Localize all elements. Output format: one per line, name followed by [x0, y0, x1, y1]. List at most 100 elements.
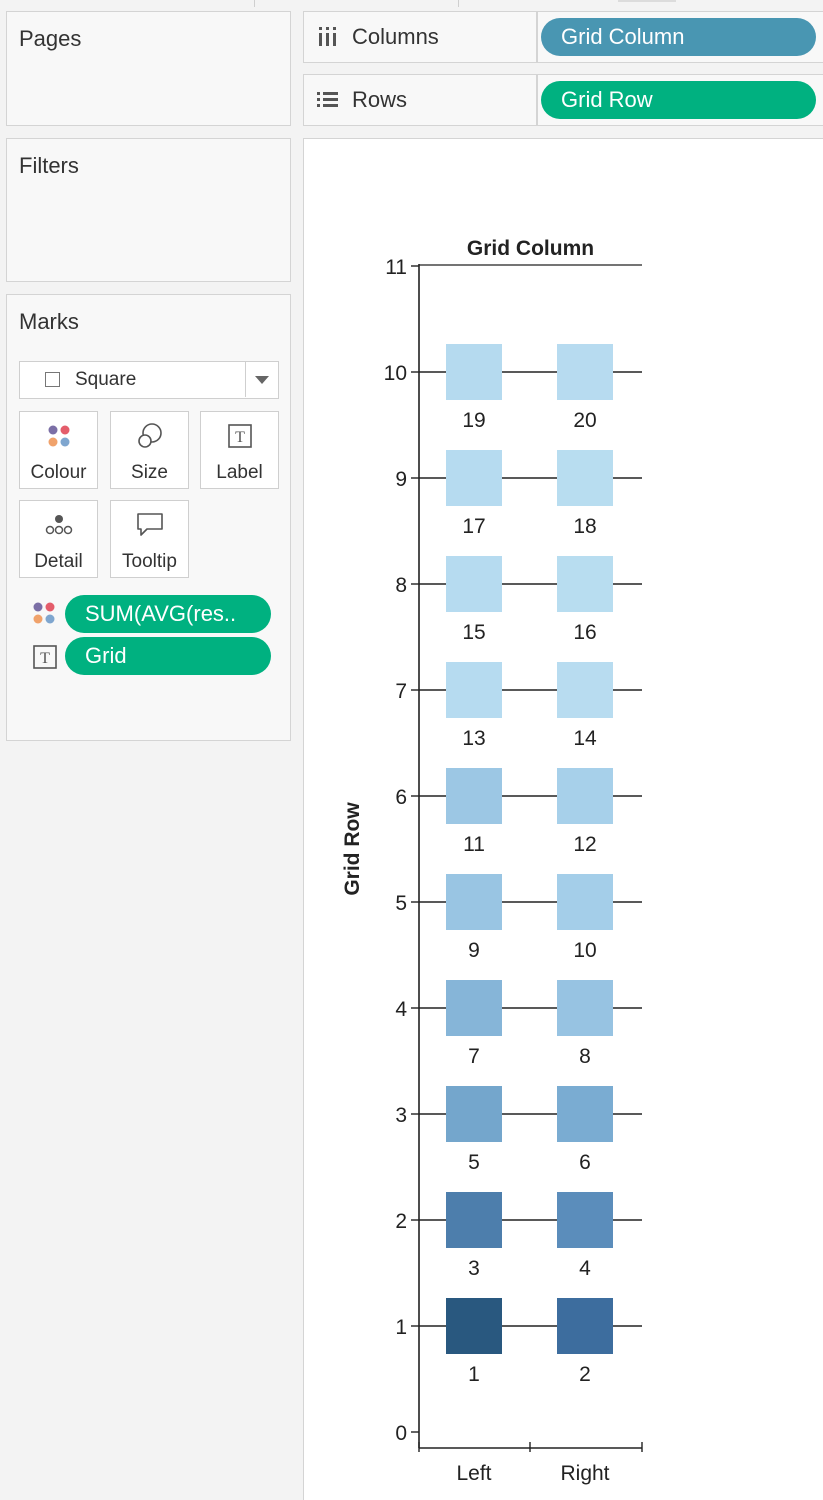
- mark-label: 5: [468, 1151, 480, 1174]
- y-tick-label: 11: [385, 256, 407, 279]
- svg-text:T: T: [235, 429, 245, 446]
- mark-label: 2: [579, 1363, 591, 1386]
- y-tick-label: 0: [395, 1422, 407, 1445]
- y-tick-label: 4: [395, 998, 407, 1021]
- top-toolbar-strip: [0, 0, 823, 7]
- grid-square-mark: [557, 768, 613, 824]
- grid-column-pill[interactable]: Grid Column: [541, 18, 816, 56]
- dropdown-divider: [245, 362, 246, 397]
- grid-square-mark: [557, 556, 613, 612]
- size-label: Size: [131, 462, 168, 483]
- viz-canvas[interactable]: 1 2 3 4 5 6 7 8 9 10 11 12 13 14 15 16 17 18 19 20 01234567…: [303, 138, 823, 1500]
- toolbar-divider: [458, 0, 459, 7]
- grid-square-mark: [557, 1192, 613, 1248]
- tooltip-label: Tooltip: [122, 551, 177, 572]
- y-tick-label: 1: [395, 1316, 407, 1339]
- size-button[interactable]: Size: [110, 411, 189, 489]
- colour-encoding-icon: [31, 600, 57, 626]
- colour-label: Colour: [30, 462, 87, 483]
- toolbar-tab-edge: [618, 0, 676, 2]
- grid-square-mark: [557, 450, 613, 506]
- y-tick-label: 7: [395, 680, 407, 703]
- rows-shelf[interactable]: Rows Grid Row: [303, 74, 823, 126]
- toolbar-divider: [254, 0, 255, 7]
- mark-type-dropdown[interactable]: Square: [19, 361, 279, 399]
- columns-label: Columns: [352, 24, 439, 49]
- grid-square-mark: [446, 450, 502, 506]
- y-tick-label: 10: [384, 362, 407, 385]
- shelf-divider: [536, 75, 538, 125]
- mark-label: 9: [468, 939, 480, 962]
- mark-label: 8: [579, 1045, 591, 1068]
- marks-layer: 1 23 45 67 89 1011 1213 1415 1617 1819 20: [446, 344, 613, 1386]
- marks-card: Marks Square Colour Size T Label Detail …: [6, 294, 291, 741]
- text-label-icon: T: [201, 422, 278, 450]
- grid-square-mark: [557, 344, 613, 400]
- grid-chart[interactable]: 1 23 45 67 89 1011 1213 1415 1617 1819 20 01234567…: [304, 139, 823, 1500]
- grid-square-mark: [446, 344, 502, 400]
- mark-label: 18: [573, 515, 596, 538]
- pages-card[interactable]: Pages: [6, 11, 291, 126]
- square-mark-icon: [45, 372, 60, 387]
- mark-label: 20: [573, 409, 596, 432]
- mark-label: 13: [462, 727, 485, 750]
- mark-label: 7: [468, 1045, 480, 1068]
- x-category-label: Left: [456, 1462, 491, 1485]
- grid-square-mark: [557, 874, 613, 930]
- detail-label: Detail: [34, 551, 83, 572]
- pages-title: Pages: [19, 26, 82, 51]
- rows-label: Rows: [352, 87, 408, 112]
- grid-square-mark: [446, 768, 502, 824]
- reference-lines: [419, 371, 642, 1327]
- filters-card[interactable]: Filters: [6, 138, 291, 282]
- detail-button[interactable]: Detail: [19, 500, 98, 578]
- colour-field-pill[interactable]: SUM(AVG(res..: [65, 595, 271, 633]
- svg-text:T: T: [40, 650, 50, 667]
- mark-label: 16: [573, 621, 596, 644]
- axes: 01234567891011Grid RowGrid ColumnLeft Rig…: [341, 237, 643, 1485]
- mark-label: 14: [573, 727, 597, 750]
- size-icon: [111, 422, 188, 450]
- tooltip-icon: [111, 511, 188, 539]
- column-header-title: Grid Column: [467, 237, 594, 260]
- label-button[interactable]: T Label: [200, 411, 279, 489]
- x-category-label: Right: [560, 1462, 609, 1485]
- y-tick-label: 6: [395, 786, 407, 809]
- grid-square-mark: [557, 1086, 613, 1142]
- label-field-pill[interactable]: Grid: [65, 637, 271, 675]
- y-tick-label: 5: [395, 892, 407, 915]
- mark-label: 3: [468, 1257, 480, 1280]
- grid-square-mark: [446, 662, 502, 718]
- mark-label: 17: [462, 515, 485, 538]
- y-tick-label: 9: [395, 468, 407, 491]
- mark-label: 19: [462, 409, 485, 432]
- detail-icon: [20, 511, 97, 539]
- mark-type-label: Square: [75, 369, 137, 390]
- tooltip-button[interactable]: Tooltip: [110, 500, 189, 578]
- y-tick-label: 2: [395, 1210, 407, 1233]
- grid-square-mark: [446, 874, 502, 930]
- mark-label: 1: [468, 1363, 480, 1386]
- grid-square-mark: [557, 662, 613, 718]
- grid-square-mark: [446, 1086, 502, 1142]
- grid-square-mark: [557, 1298, 613, 1354]
- columns-shelf[interactable]: Columns Grid Column: [303, 11, 823, 63]
- label-label: Label: [216, 462, 263, 483]
- mark-label: 15: [462, 621, 485, 644]
- marks-title: Marks: [19, 309, 79, 334]
- y-tick-label: 3: [395, 1104, 407, 1127]
- chevron-down-icon[interactable]: [255, 376, 269, 384]
- shelf-divider: [536, 12, 538, 62]
- y-tick-label: 8: [395, 574, 407, 597]
- mark-label: 12: [573, 833, 596, 856]
- grid-square-mark: [557, 980, 613, 1036]
- grid-row-pill[interactable]: Grid Row: [541, 81, 816, 119]
- label-encoding-icon: T: [32, 644, 58, 670]
- grid-square-mark: [446, 1298, 502, 1354]
- colour-icon: [20, 422, 97, 450]
- grid-square-mark: [446, 1192, 502, 1248]
- mark-label: 4: [579, 1257, 591, 1280]
- colour-button[interactable]: Colour: [19, 411, 98, 489]
- mark-label: 6: [579, 1151, 591, 1174]
- mark-label: 10: [573, 939, 596, 962]
